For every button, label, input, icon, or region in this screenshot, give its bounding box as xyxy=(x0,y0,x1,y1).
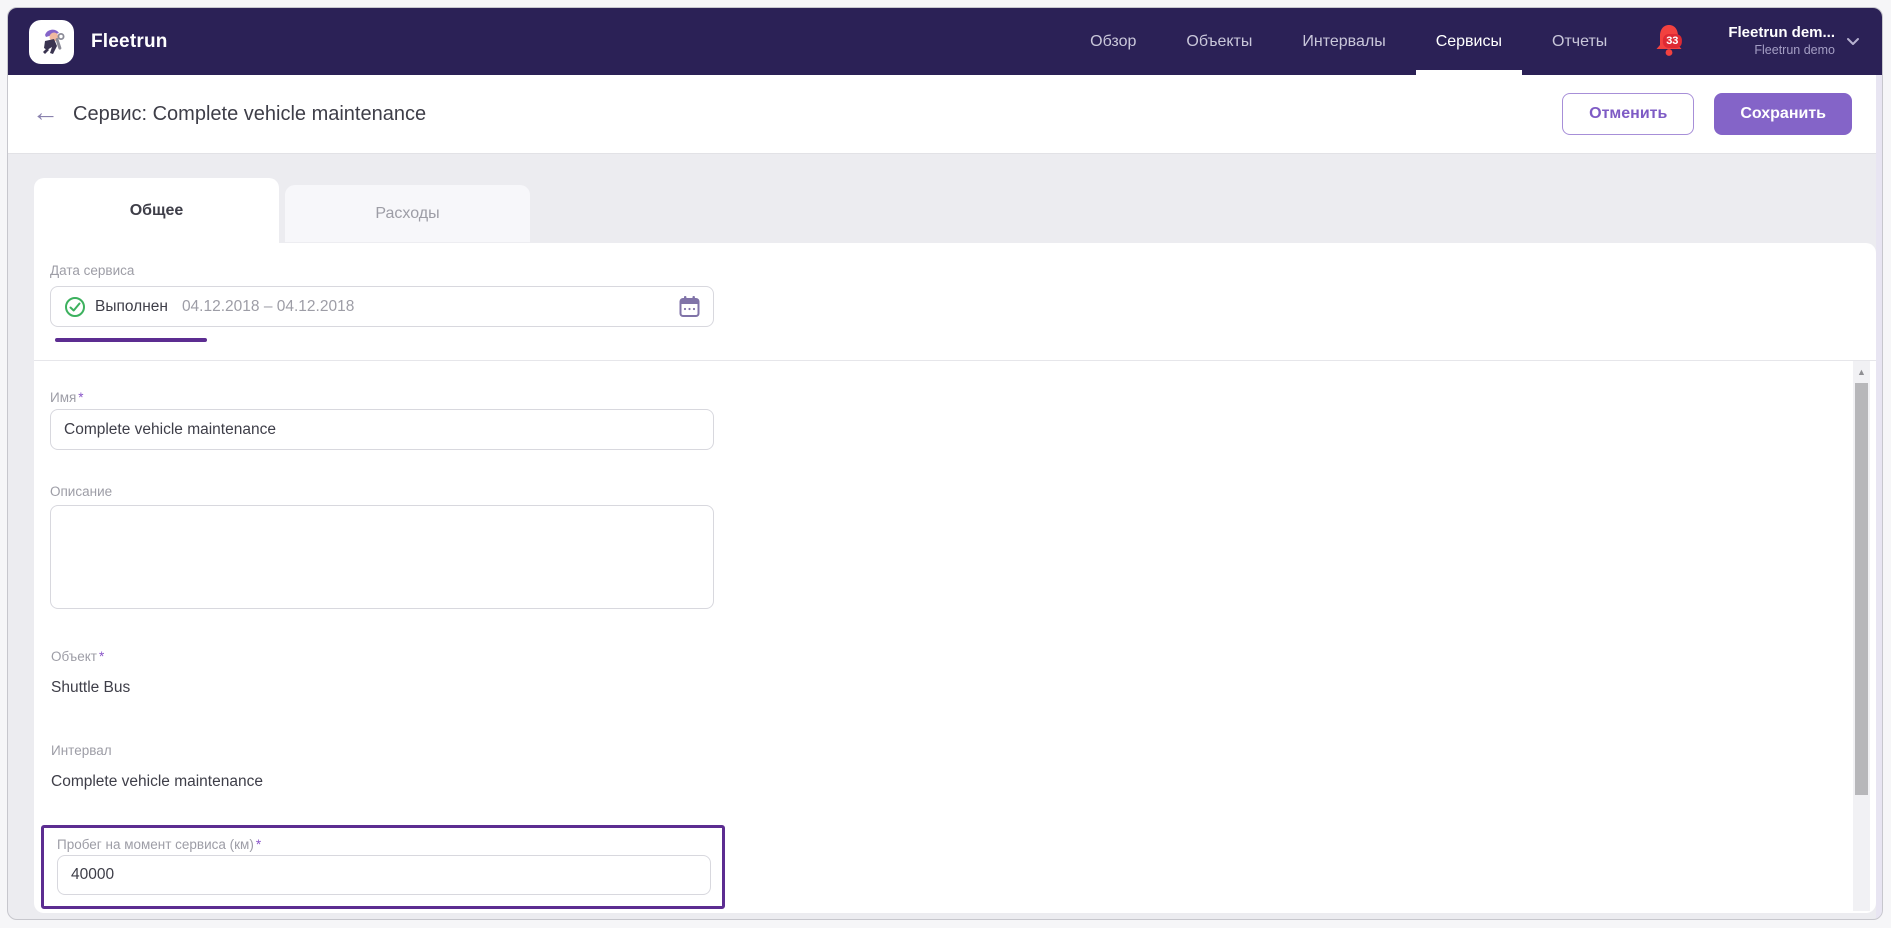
save-button[interactable]: Сохранить xyxy=(1714,93,1852,135)
user-name: Fleetrun dem... xyxy=(1728,24,1835,43)
service-form-panel: Дата сервиса Выполнен 04.12.2018 – 04.12… xyxy=(34,243,1876,913)
fleetrun-logo[interactable] xyxy=(29,20,74,64)
required-mark: * xyxy=(78,390,83,405)
service-date-field[interactable]: Выполнен 04.12.2018 – 04.12.2018 xyxy=(50,286,714,327)
user-account: Fleetrun demo xyxy=(1728,43,1835,59)
service-status-text: Выполнен xyxy=(95,298,168,316)
notifications-count-badge: 33 xyxy=(1663,34,1681,48)
page-header: ← Сервис: Complete vehicle maintenance О… xyxy=(8,75,1882,153)
unit-value: Shuttle Bus xyxy=(51,679,130,697)
form-scroll-area: Имя* Описание Объект* Shuttle Bus Интерв… xyxy=(34,361,1876,913)
calendar-icon xyxy=(679,295,700,318)
service-date-label: Дата сервиса xyxy=(50,263,134,278)
mechanic-logo-icon xyxy=(35,25,69,59)
brand-name: Fleetrun xyxy=(91,31,168,53)
nav-item-overview[interactable]: Обзор xyxy=(1065,8,1161,75)
mileage-highlight-box: Пробег на момент сервиса (км)* xyxy=(41,825,725,909)
nav-item-reports[interactable]: Отчеты xyxy=(1527,8,1632,75)
required-mark: * xyxy=(256,837,261,852)
name-input[interactable] xyxy=(50,409,714,450)
service-date-range: 04.12.2018 – 04.12.2018 xyxy=(182,298,354,316)
tab-general[interactable]: Общее xyxy=(34,178,279,243)
app-window: Fleetrun Обзор Объекты Интервалы Сервисы… xyxy=(7,7,1883,920)
tab-costs[interactable]: Расходы xyxy=(285,185,530,243)
notifications-button[interactable]: 33 xyxy=(1652,21,1692,63)
required-mark: * xyxy=(99,649,104,664)
interval-value: Complete vehicle maintenance xyxy=(51,773,263,791)
unit-label: Объект* xyxy=(51,649,104,664)
page-scrollbar[interactable] xyxy=(1876,75,1882,919)
top-navbar: Fleetrun Обзор Объекты Интервалы Сервисы… xyxy=(8,8,1882,75)
description-label: Описание xyxy=(50,484,112,499)
primary-nav: Обзор Объекты Интервалы Сервисы Отчеты xyxy=(1065,8,1632,75)
nav-item-units[interactable]: Объекты xyxy=(1161,8,1277,75)
calendar-button[interactable] xyxy=(679,295,700,318)
user-menu[interactable]: Fleetrun dem... Fleetrun demo xyxy=(1728,24,1835,58)
mileage-input[interactable] xyxy=(57,855,711,895)
page-title: Сервис: Complete vehicle maintenance xyxy=(73,103,426,126)
cancel-button[interactable]: Отменить xyxy=(1562,93,1694,135)
back-arrow-icon[interactable]: ← xyxy=(32,99,59,126)
name-label: Имя* xyxy=(50,390,84,405)
tab-bar: Общее Расходы xyxy=(34,178,530,243)
scrollbar-thumb[interactable] xyxy=(1855,383,1868,795)
description-textarea[interactable] xyxy=(50,505,714,609)
active-field-underline xyxy=(55,338,207,342)
chevron-down-icon[interactable] xyxy=(1846,37,1860,46)
form-scrollbar[interactable]: ▲ xyxy=(1853,361,1870,911)
status-done-icon xyxy=(64,296,86,318)
nav-item-intervals[interactable]: Интервалы xyxy=(1277,8,1410,75)
nav-item-services[interactable]: Сервисы xyxy=(1411,8,1527,75)
scrollbar-up-icon[interactable]: ▲ xyxy=(1853,361,1870,383)
header-actions: Отменить Сохранить xyxy=(1562,93,1852,135)
interval-label: Интервал xyxy=(51,743,112,758)
mileage-label: Пробег на момент сервиса (км)* xyxy=(57,837,261,852)
